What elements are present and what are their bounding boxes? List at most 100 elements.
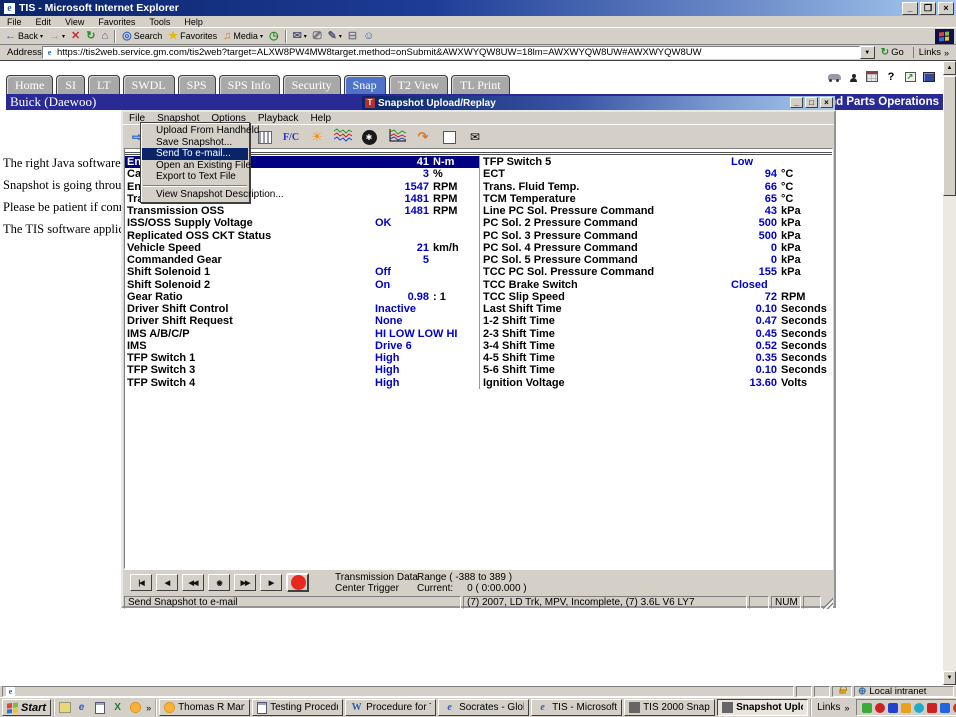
snapshot-minimize-button[interactable]: _ [790,97,803,108]
table-row[interactable]: Gear Ratio0.98: 1 [125,291,479,303]
tab-si[interactable]: SI [56,75,85,94]
replay-button[interactable]: ↷ [411,126,435,148]
table-row[interactable]: Shift Solenoid 2On [125,279,479,291]
snapshot-menu-help[interactable]: Help [304,113,337,124]
tray-icon-5[interactable] [914,703,924,713]
links-button[interactable]: Links» [913,47,954,58]
menu-item-export-to-text-file[interactable]: Export to Text File [142,171,248,183]
table-row[interactable]: Driver Shift ControlInactive [125,303,479,315]
history-button[interactable]: ◷ [266,29,282,44]
dtc-sun-button[interactable]: ☀ [305,126,329,148]
launch-icon[interactable]: ↗ [903,70,917,83]
scroll-down-icon[interactable]: ▼ [943,671,956,685]
table-row[interactable]: PC Sol. 5 Pressure Command0kPa [481,254,827,266]
table-row[interactable]: PC Sol. 3 Pressure Command500kPa [481,230,827,242]
snapshot-window-title-bar[interactable]: T Snapshot Upload/Replay _ □ × [362,96,835,110]
ie-menu-help[interactable]: Help [177,17,210,27]
table-row[interactable]: PC Sol. 4 Pressure Command0kPa [481,242,827,254]
waveform-button[interactable] [331,126,355,148]
table-row[interactable]: TCC Brake SwitchClosed [481,279,827,291]
user-icon[interactable] [846,70,860,83]
viewer-icon[interactable] [92,701,107,715]
record-button[interactable] [287,573,309,592]
step-back-button[interactable]: ◀ [156,574,178,591]
rewind-button[interactable]: ◀◀ [182,574,204,591]
snapshot-close-button[interactable]: × [820,97,833,108]
table-row[interactable]: Replicated OSS CKT Status [125,230,479,242]
table-row[interactable]: 3-4 Shift Time0.52Seconds [481,340,827,352]
table-row[interactable]: Transmission OSS1481RPM [125,205,479,217]
tab-sps-info[interactable]: SPS Info [219,75,280,94]
table-row[interactable]: ECT94°C [481,168,827,180]
search-button[interactable]: ◎Search [119,29,165,44]
monitor-icon[interactable] [922,70,936,83]
table-row[interactable]: Line PC Sol. Pressure Command43kPa [481,205,827,217]
snapshot-maximize-button[interactable]: □ [805,97,818,108]
forward-button[interactable]: →▾ [46,29,68,44]
table-row[interactable]: TCM Temperature65°C [481,193,827,205]
tab-tl-print[interactable]: TL Print [451,75,510,94]
tray-icon-1[interactable] [862,703,872,713]
ie-menu-view[interactable]: View [58,17,91,27]
table-row[interactable]: Trans. Fluid Temp.66°C [481,181,827,193]
table-row[interactable]: Vehicle Speed21km/h [125,242,479,254]
vehicle-icon[interactable] [827,70,841,83]
taskbar-button-tis-microsoft-internet[interactable]: eTIS - Microsoft Internet ... [531,699,622,716]
tab-snap[interactable]: Snap [344,75,386,94]
taskbar-links-button[interactable]: Links» [810,699,854,716]
home-button[interactable]: ⌂ [98,29,111,44]
tab-lt[interactable]: LT [88,75,120,94]
ie-icon[interactable]: e [74,701,89,715]
back-button[interactable]: ←Back▾ [2,29,46,44]
taskbar-button-testing-procedures[interactable]: Testing Procedures [252,699,343,716]
center-button[interactable]: ◉ [208,574,230,591]
table-row[interactable]: 1-2 Shift Time0.47Seconds [481,315,827,327]
refresh-button[interactable]: ↻ [83,29,98,44]
taskbar-button-tis-2000-snapshot-uplo[interactable]: TIS 2000 Snapshot Uplo... [624,699,715,716]
ie-menu-tools[interactable]: Tools [142,17,177,27]
menu-item-upload-from-handheld[interactable]: Upload From Handheld [142,125,248,137]
resize-grip[interactable] [823,596,833,609]
table-row[interactable]: Ignition Voltage13.60Volts [481,377,827,389]
ie-menu-favorites[interactable]: Favorites [91,17,142,27]
table-row[interactable]: TFP Switch 4High [125,377,479,389]
close-button[interactable]: × [938,2,954,15]
taskbar-button-thomas-r-martin-inbox[interactable]: Thomas R Martin - Inbox... [159,699,250,716]
play-button[interactable]: ▶ [260,574,282,591]
notes-icon[interactable] [59,702,71,713]
tray-icon-2[interactable] [875,703,885,713]
print-button[interactable]: ⎚ [310,29,325,44]
table-row[interactable]: PC Sol. 2 Pressure Command500kPa [481,217,827,229]
graph-button[interactable] [385,126,409,148]
edit-button[interactable]: ✎▾ [325,29,345,44]
table-row[interactable]: Driver Shift RequestNone [125,315,479,327]
tray-icon-3[interactable] [888,703,898,713]
fast-forward-button[interactable]: ▶▶ [234,574,256,591]
excel-icon[interactable]: X [110,701,125,715]
menu-item-open-an-existing-file[interactable]: Open an Existing File [142,160,248,172]
table-row[interactable]: Commanded Gear5 [125,254,479,266]
favorites-button[interactable]: ★Favorites [165,29,220,44]
go-to-start-button[interactable]: |◀ [130,574,152,591]
taskbar-button-snapshot-upload-re[interactable]: Snapshot Upload/Re... [717,699,808,716]
tray-icon-4[interactable] [901,703,911,713]
mail-button[interactable]: ✉▾ [290,29,310,44]
table-row[interactable]: Last Shift Time0.10Seconds [481,303,827,315]
lotus-icon[interactable] [128,701,143,715]
table-row[interactable]: 2-3 Shift Time0.45Seconds [481,328,827,340]
calendar-icon[interactable] [865,70,879,83]
table-row[interactable]: IMSDrive 6 [125,340,479,352]
tray-icon-7[interactable] [940,703,950,713]
taskbar-button-socrates-global-micro[interactable]: eSocrates - Global - Micro... [438,699,529,716]
address-dropdown-button[interactable]: ▼ [860,46,875,59]
ie-menu-edit[interactable]: Edit [29,17,59,27]
restore-button[interactable]: ❐ [920,2,936,15]
tab-t2-view[interactable]: T2 View [389,75,448,94]
go-button[interactable]: ↻ Go [875,47,910,58]
table-row[interactable]: TFP Switch 5Low [481,156,827,168]
bolt-button[interactable]: ✱ [357,126,381,148]
tab-security[interactable]: Security [283,75,341,94]
table-row[interactable]: TCC Slip Speed72RPM [481,291,827,303]
table-row[interactable]: TFP Switch 1High [125,352,479,364]
table-row[interactable]: TFP Switch 3High [125,364,479,376]
